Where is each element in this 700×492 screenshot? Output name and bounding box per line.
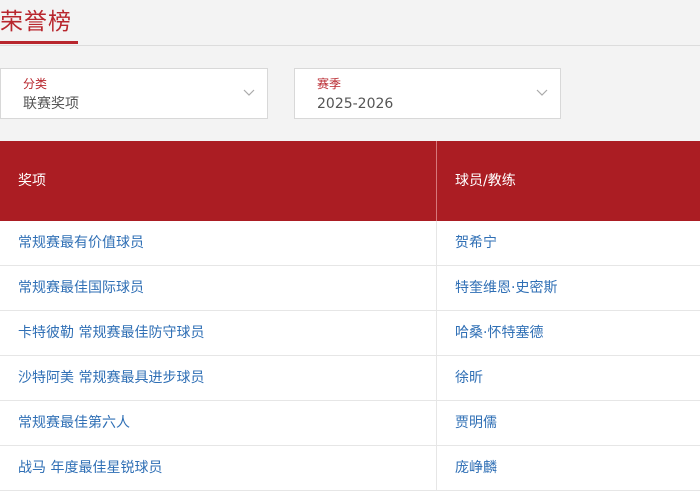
winner-link[interactable]: 特奎维恩·史密斯 (455, 266, 557, 310)
row-divider (436, 356, 437, 401)
row-divider (436, 401, 437, 446)
awards-table: 奖项 球员/教练 常规赛最有价值球员 贺希宁 常规赛最佳国际球员 特奎维恩·史密… (0, 141, 700, 492)
row-divider (436, 266, 437, 311)
row-divider (436, 446, 437, 491)
season-select-value: 2025-2026 (317, 96, 394, 112)
title-underline (0, 41, 78, 44)
row-divider (436, 221, 437, 266)
award-link[interactable]: 常规赛最有价值球员 (18, 221, 144, 265)
award-link[interactable]: 战马 年度最佳星锐球员 (18, 446, 162, 490)
chevron-down-icon (536, 89, 548, 96)
winner-link[interactable]: 贾明儒 (455, 401, 497, 445)
row-divider (436, 311, 437, 356)
winner-link[interactable]: 徐昕 (455, 356, 483, 400)
category-select-label: 分类 (23, 77, 48, 91)
winner-link[interactable]: 庞峥麟 (455, 446, 497, 490)
category-select-value: 联赛奖项 (23, 96, 79, 112)
table-row: 沙特阿美 常规赛最具进步球员 徐昕 (0, 356, 700, 401)
season-select-label: 赛季 (317, 77, 342, 91)
column-header-winner: 球员/教练 (455, 173, 516, 189)
honor-roll-page: 荣誉榜 分类 联赛奖项 赛季 2025-2026 奖项 球员/教练 常规赛最有价… (0, 0, 700, 492)
header-divider (436, 141, 437, 221)
season-select[interactable]: 赛季 2025-2026 (294, 68, 561, 119)
category-select[interactable]: 分类 联赛奖项 (0, 68, 268, 119)
award-link[interactable]: 卡特彼勒 常规赛最佳防守球员 (18, 311, 204, 355)
title-bar: 荣誉榜 (0, 0, 700, 46)
award-link[interactable]: 沙特阿美 常规赛最具进步球员 (18, 356, 204, 400)
winner-link[interactable]: 贺希宁 (455, 221, 497, 265)
table-row: 常规赛最佳第六人 贾明儒 (0, 401, 700, 446)
chevron-down-icon (243, 89, 255, 96)
page-title: 荣誉榜 (0, 9, 72, 35)
table-header: 奖项 球员/教练 (0, 141, 700, 221)
table-row: 卡特彼勒 常规赛最佳防守球员 哈桑·怀特塞德 (0, 311, 700, 356)
table-row: 常规赛最有价值球员 贺希宁 (0, 221, 700, 266)
table-row: 常规赛最佳国际球员 特奎维恩·史密斯 (0, 266, 700, 311)
table-row: 战马 年度最佳星锐球员 庞峥麟 (0, 446, 700, 491)
column-header-award: 奖项 (18, 173, 46, 189)
winner-link[interactable]: 哈桑·怀特塞德 (455, 311, 543, 355)
award-link[interactable]: 常规赛最佳国际球员 (18, 266, 144, 310)
award-link[interactable]: 常规赛最佳第六人 (18, 401, 130, 445)
